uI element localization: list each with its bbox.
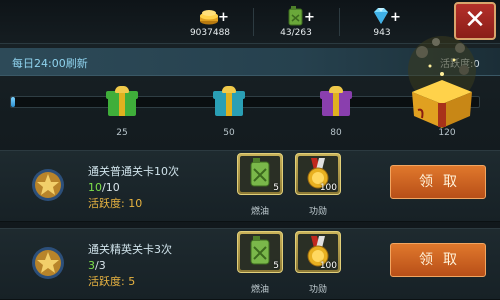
reward-merit[interactable]: 100 (295, 153, 341, 195)
milestone-label-120: 120 (438, 128, 456, 138)
milestone-label-50: 50 (223, 128, 235, 138)
gift-chest-50[interactable] (213, 86, 245, 118)
task-progress: 3/3 (88, 259, 106, 272)
diamond-plus[interactable]: + (390, 10, 401, 25)
task-name: 通关精英关卡3次 (88, 243, 172, 256)
reward-qty: 100 (319, 261, 337, 271)
milestone-label-80: 80 (330, 128, 342, 138)
gift-chest-25[interactable] (106, 86, 138, 118)
fuel-can-icon (288, 6, 303, 26)
divider (253, 8, 254, 36)
fuel-resource[interactable]: + 43/263 (264, 4, 328, 40)
reward-qty: 5 (273, 261, 279, 271)
task-row: 通关精英关卡3次 3/3 活跃度: 5 5 燃油 100 功勋 领取 (0, 228, 500, 300)
claim-button[interactable]: 领取 (390, 243, 486, 277)
task-activity: 活跃度: 5 (88, 275, 136, 288)
reward-label: 功勋 (308, 207, 327, 217)
star-medal-icon (32, 169, 64, 201)
task-name: 通关普通关卡10次 (88, 165, 179, 178)
reward-qty: 100 (319, 183, 337, 193)
task-progress-total: /10 (102, 181, 120, 194)
reward-merit[interactable]: 100 (295, 231, 341, 273)
gift-ribbon (226, 91, 232, 116)
reward-fuel[interactable]: 5 (237, 153, 283, 195)
task-progress: 10/10 (88, 181, 120, 194)
reward-label: 燃油 (250, 285, 269, 295)
gold-resource[interactable]: + 9037488 (178, 4, 242, 40)
gift-ribbon (333, 91, 339, 116)
reward-qty: 5 (273, 183, 279, 193)
reward-label: 功勋 (308, 285, 327, 295)
fuel-plus[interactable]: + (304, 10, 315, 25)
reward-label: 燃油 (250, 207, 269, 217)
gift-ribbon (119, 91, 125, 116)
gift-chest-80[interactable] (320, 86, 352, 118)
milestone-label-25: 25 (116, 128, 128, 138)
task-progress-current: 10 (88, 181, 102, 194)
gold-plus[interactable]: + (218, 10, 229, 25)
reward-fuel[interactable]: 5 (237, 231, 283, 273)
gift-chest-120[interactable] (402, 30, 482, 130)
divider (339, 8, 340, 36)
task-row: 通关普通关卡10次 10/10 活跃度: 10 5 燃油 100 功勋 领取 (0, 150, 500, 222)
gold-coins-icon (200, 10, 218, 25)
gold-value: 9037488 (189, 28, 231, 38)
refresh-note: 每日24:00刷新 (12, 57, 88, 70)
star-medal-icon (32, 247, 64, 279)
task-progress-current: 3 (88, 259, 95, 272)
gift-bow (329, 86, 343, 93)
gift-bow (115, 86, 129, 93)
daily-activity-screen: + 9037488 + 43/263 + 943 ✕ 每日24:00刷新 25 … (0, 0, 500, 300)
task-activity: 活跃度: 10 (88, 197, 143, 210)
diamond-icon (374, 8, 388, 24)
activity-progress-fill (11, 97, 15, 107)
task-progress-total: /3 (95, 259, 106, 272)
gift-bow (222, 86, 236, 93)
fuel-value: 43/263 (280, 28, 312, 38)
claim-button[interactable]: 领取 (390, 165, 486, 199)
